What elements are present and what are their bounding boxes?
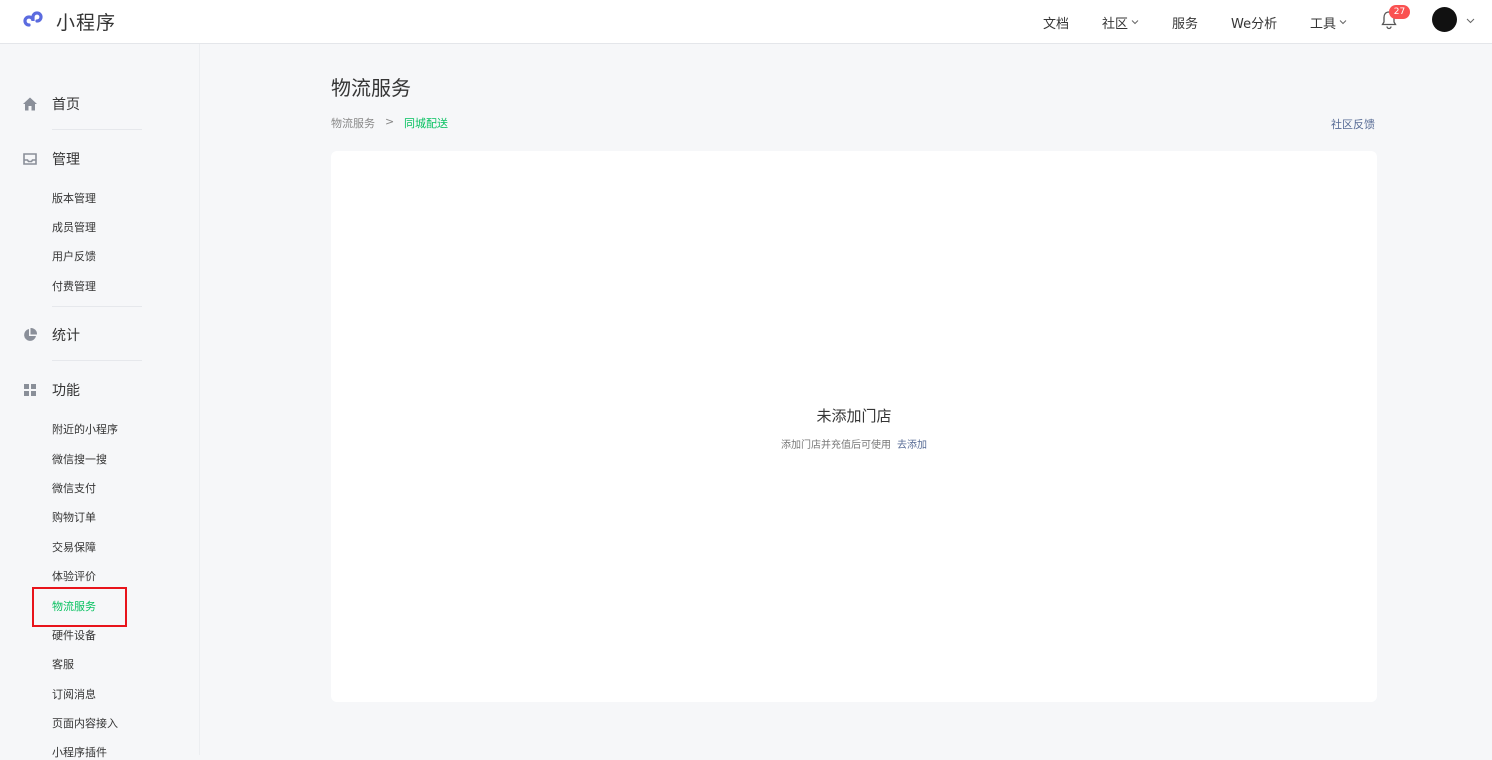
avatar[interactable] [1432, 7, 1457, 32]
top-bar: 小程序 文档 社区 服务 We分析 工具 27 [0, 0, 1492, 44]
mini-program-logo-icon [23, 11, 43, 27]
sidebar-sub-item[interactable]: 微信搜一搜 [52, 451, 107, 467]
sidebar: 首页 管理 版本管理 成员管理 用户反馈 付费管理 统计 功能 附近的小程序 微… [0, 44, 200, 759]
sidebar-item-features[interactable]: 功能 [22, 380, 80, 400]
grid-icon [24, 384, 36, 396]
breadcrumb-item[interactable]: 物流服务 [331, 115, 375, 131]
chevron-down-icon [1131, 20, 1139, 25]
sidebar-sub-item[interactable]: 体验评价 [52, 568, 96, 584]
chevron-down-icon [1339, 20, 1347, 25]
nav-docs-label: 文档 [1043, 16, 1070, 32]
sidebar-item-label: 功能 [52, 383, 80, 399]
sidebar-sub-item[interactable]: 付费管理 [52, 278, 96, 294]
sidebar-sub-item[interactable]: 用户反馈 [52, 248, 96, 264]
add-store-link[interactable]: 去添加 [897, 440, 927, 451]
nav-we-analytics[interactable]: We分析 [1231, 0, 1277, 44]
sidebar-item-manage[interactable]: 管理 [22, 149, 80, 169]
sidebar-sub-item[interactable]: 交易保障 [52, 539, 96, 555]
empty-state-text: 添加门店并充值后可使用 [781, 440, 891, 451]
sidebar-sub-item[interactable]: 成员管理 [52, 219, 96, 235]
logo-text: 小程序 [56, 11, 117, 34]
sidebar-item-label: 统计 [52, 328, 80, 344]
sidebar-sub-item[interactable]: 购物订单 [52, 509, 96, 525]
sidebar-item-home[interactable]: 首页 [22, 94, 80, 114]
breadcrumb-separator: > [385, 115, 395, 128]
inbox-icon [23, 153, 37, 165]
sidebar-divider [52, 129, 142, 130]
notification-badge: 27 [1389, 5, 1410, 19]
sidebar-sub-item[interactable]: 硬件设备 [52, 627, 96, 643]
nav-tools-label: 工具 [1310, 16, 1337, 32]
sidebar-item-label: 管理 [52, 152, 80, 168]
chevron-down-icon[interactable] [1466, 16, 1475, 25]
community-feedback-link[interactable]: 社区反馈 [1331, 116, 1375, 132]
empty-state-description: 添加门店并充值后可使用 去添加 [331, 436, 1377, 451]
nav-tools[interactable]: 工具 [1310, 0, 1347, 44]
sidebar-divider [52, 306, 142, 307]
breadcrumb-item-current: 同城配送 [404, 117, 448, 130]
sidebar-sub-item[interactable]: 客服 [52, 656, 74, 672]
logo[interactable]: 小程序 [22, 6, 116, 36]
pie-chart-icon [24, 327, 38, 341]
sidebar-sub-item[interactable]: 版本管理 [52, 190, 96, 206]
nav-docs[interactable]: 文档 [1043, 0, 1069, 44]
empty-state-title: 未添加门店 [816, 407, 892, 425]
sidebar-sub-item[interactable]: 微信支付 [52, 480, 96, 496]
page-title: 物流服务 [331, 76, 411, 100]
sidebar-item-label: 首页 [52, 97, 80, 113]
nav-services-label: 服务 [1172, 16, 1199, 32]
nav-we-analytics-label: We分析 [1231, 16, 1278, 32]
home-icon [23, 97, 37, 111]
content-card: 未添加门店 添加门店并充值后可使用 去添加 [331, 151, 1377, 702]
sidebar-sub-item[interactable]: 附近的小程序 [52, 421, 118, 437]
sidebar-sub-item[interactable]: 订阅消息 [52, 686, 96, 702]
sidebar-sub-item[interactable]: 小程序插件 [52, 744, 107, 760]
sidebar-sub-item[interactable]: 页面内容接入 [52, 715, 118, 731]
sidebar-item-stats[interactable]: 统计 [22, 325, 80, 345]
sidebar-divider [52, 360, 142, 361]
nav-services[interactable]: 服务 [1172, 0, 1198, 44]
nav-community-label: 社区 [1102, 16, 1129, 32]
highlight-box [32, 587, 127, 627]
nav-community[interactable]: 社区 [1102, 0, 1139, 44]
